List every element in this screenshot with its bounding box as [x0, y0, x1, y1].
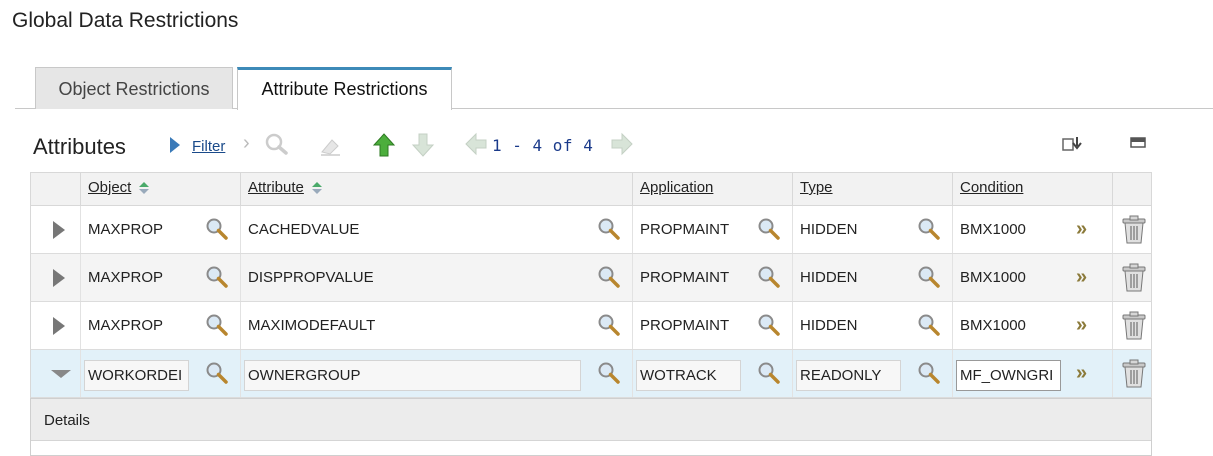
header-condition[interactable]: Condition [953, 173, 1113, 206]
application-value: PROPMAINT [640, 221, 730, 238]
expand-row-icon[interactable] [53, 221, 65, 239]
details-panel: Details [30, 398, 1152, 456]
table-row-selected: WORKORDEI OWNERGROUP WOTRACK READONLY MF… [30, 350, 1152, 398]
download-icon[interactable] [1062, 136, 1084, 159]
page-title: Global Data Restrictions [12, 9, 239, 32]
lookup-icon[interactable] [597, 265, 621, 294]
next-row-icon [411, 132, 435, 163]
collapse-table-icon[interactable] [1130, 136, 1146, 154]
detail-menu-icon[interactable]: » [1076, 218, 1087, 241]
chevron-right-icon: › [243, 132, 250, 154]
object-value: MAXPROP [88, 221, 164, 238]
clear-filter-icon [318, 132, 344, 163]
details-header: Details [31, 399, 1151, 441]
table-toolbar: Attributes Filter › 1 - 4 of 4 [0, 128, 1213, 172]
delete-row-icon[interactable] [1121, 359, 1147, 394]
header-object-label[interactable]: Object [88, 179, 131, 196]
application-field[interactable]: WOTRACK [636, 360, 741, 391]
lookup-icon[interactable] [757, 313, 781, 342]
header-attribute-label[interactable]: Attribute [248, 179, 304, 196]
previous-page-icon [464, 132, 488, 161]
search-icon [264, 132, 290, 161]
tab-object-restrictions[interactable]: Object Restrictions [35, 67, 233, 109]
object-field[interactable]: WORKORDEI [84, 360, 189, 391]
detail-menu-icon[interactable]: » [1076, 314, 1087, 337]
header-attribute[interactable]: Attribute [241, 173, 633, 206]
header-application-label[interactable]: Application [640, 179, 713, 196]
tab-bar: Object Restrictions Attribute Restrictio… [15, 67, 1213, 110]
header-application[interactable]: Application [633, 173, 793, 206]
previous-row-icon[interactable] [372, 132, 396, 163]
collapse-row-icon[interactable] [51, 370, 71, 378]
header-type[interactable]: Type [793, 173, 953, 206]
sort-icon[interactable] [139, 182, 150, 195]
detail-menu-icon[interactable]: » [1076, 266, 1087, 289]
expand-row-icon[interactable] [53, 269, 65, 287]
lookup-icon[interactable] [205, 313, 229, 342]
type-value: HIDDEN [800, 317, 858, 334]
table-row: MAXPROP DISPPROPVALUE PROPMAINT HIDDEN B… [30, 254, 1152, 302]
section-title: Attributes [33, 134, 126, 159]
application-value: PROPMAINT [640, 317, 730, 334]
filter-link[interactable]: Filter [192, 138, 225, 155]
table-row: MAXPROP CACHEDVALUE PROPMAINT HIDDEN BMX… [30, 206, 1152, 254]
next-page-icon [610, 132, 634, 161]
header-object[interactable]: Object [81, 173, 241, 206]
table-header: Object Attribute Application Type Condit… [30, 172, 1152, 206]
header-condition-label[interactable]: Condition [960, 179, 1023, 196]
delete-row-icon[interactable] [1121, 215, 1147, 250]
lookup-icon[interactable] [205, 265, 229, 294]
filter-toggle-icon[interactable] [170, 137, 180, 153]
expand-row-icon[interactable] [53, 317, 65, 335]
header-type-label[interactable]: Type [800, 179, 833, 196]
condition-value: BMX1000 [960, 269, 1026, 286]
detail-menu-icon[interactable]: » [1076, 362, 1087, 385]
table-row: MAXPROP MAXIMODEFAULT PROPMAINT HIDDEN B… [30, 302, 1152, 350]
delete-row-icon[interactable] [1121, 263, 1147, 298]
attributes-table: Object Attribute Application Type Condit… [30, 172, 1152, 398]
lookup-icon[interactable] [757, 217, 781, 246]
lookup-icon[interactable] [917, 361, 941, 390]
condition-value: BMX1000 [960, 221, 1026, 238]
lookup-icon[interactable] [597, 313, 621, 342]
header-actions [1113, 173, 1153, 206]
lookup-icon[interactable] [205, 361, 229, 390]
lookup-icon[interactable] [757, 361, 781, 390]
type-field[interactable]: READONLY [796, 360, 901, 391]
attribute-value: MAXIMODEFAULT [248, 317, 376, 334]
lookup-icon[interactable] [917, 217, 941, 246]
lookup-icon[interactable] [917, 313, 941, 342]
tab-attribute-restrictions[interactable]: Attribute Restrictions [237, 67, 452, 110]
attribute-field[interactable]: OWNERGROUP [244, 360, 581, 391]
lookup-icon[interactable] [597, 361, 621, 390]
attribute-value: CACHEDVALUE [248, 221, 360, 238]
application-value: PROPMAINT [640, 269, 730, 286]
lookup-icon[interactable] [205, 217, 229, 246]
object-value: MAXPROP [88, 317, 164, 334]
condition-value: BMX1000 [960, 317, 1026, 334]
lookup-icon[interactable] [597, 217, 621, 246]
lookup-icon[interactable] [757, 265, 781, 294]
lookup-icon[interactable] [917, 265, 941, 294]
pagination-text: 1 - 4 of 4 [492, 136, 594, 155]
condition-field[interactable]: MF_OWNGRI [956, 360, 1061, 391]
attribute-value: DISPPROPVALUE [248, 269, 374, 286]
sort-icon[interactable] [311, 182, 322, 195]
header-expander [31, 173, 81, 206]
type-value: HIDDEN [800, 269, 858, 286]
delete-row-icon[interactable] [1121, 311, 1147, 346]
type-value: HIDDEN [800, 221, 858, 238]
object-value: MAXPROP [88, 269, 164, 286]
